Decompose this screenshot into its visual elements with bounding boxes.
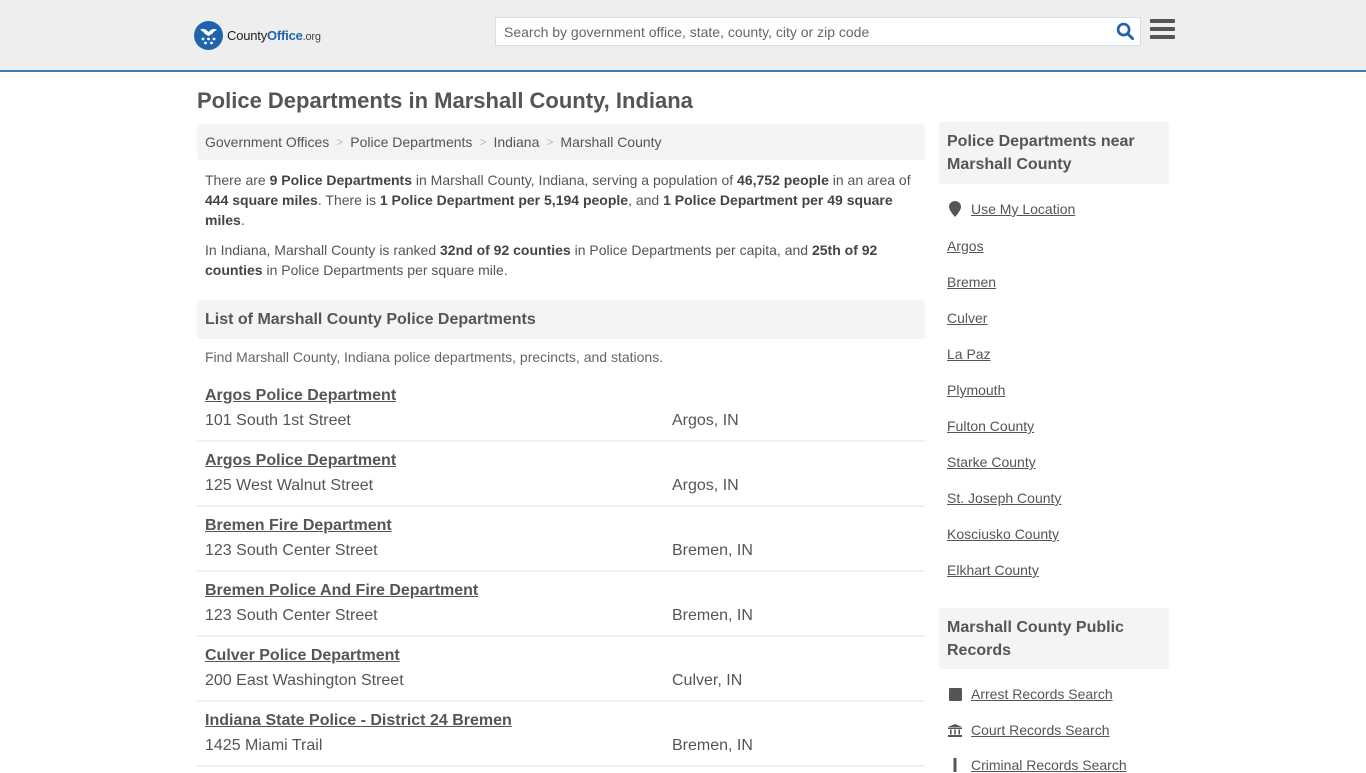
nearby-link-kosciusko-county[interactable]: Kosciusko County xyxy=(947,526,1059,542)
breadcrumb-separator: > xyxy=(336,135,344,149)
hamburger-menu-icon[interactable] xyxy=(1150,19,1175,41)
eagle-logo-icon xyxy=(194,20,223,50)
nearby-link-elkhart-county[interactable]: Elkhart County xyxy=(947,562,1039,578)
court-records-link[interactable]: Court Records Search xyxy=(971,722,1110,738)
department-link[interactable]: Culver Police Department xyxy=(205,647,400,665)
list-item: Indiana State Police - District 24 Breme… xyxy=(197,702,925,767)
department-link[interactable]: Argos Police Department xyxy=(205,452,396,470)
breadcrumb-separator: > xyxy=(546,135,554,149)
department-link[interactable]: Bremen Police And Fire Department xyxy=(205,582,478,600)
list-item: Bremen Police And Fire Department 123 So… xyxy=(197,572,925,637)
records-item: Criminal Records Search xyxy=(947,757,1127,773)
nearby-link-culver[interactable]: Culver xyxy=(947,310,987,326)
search-button[interactable] xyxy=(1110,18,1140,45)
nearby-link-st-joseph-county[interactable]: St. Joseph County xyxy=(947,490,1061,506)
department-address: 125 West Walnut Street xyxy=(205,477,374,494)
department-city: Argos, IN xyxy=(672,477,739,494)
department-address: 101 South 1st Street xyxy=(205,412,351,429)
list-description: Find Marshall County, Indiana police dep… xyxy=(205,349,664,365)
intro-ranking: In Indiana, Marshall County is ranked 32… xyxy=(205,242,878,278)
list-item: Bremen Fire Department 123 South Center … xyxy=(197,507,925,572)
department-city: Bremen, IN xyxy=(672,542,753,559)
department-address: 200 East Washington Street xyxy=(205,672,404,689)
search-bar xyxy=(495,17,1141,46)
list-item: Culver Police Department 200 East Washin… xyxy=(197,637,925,702)
square-icon xyxy=(947,686,963,702)
breadcrumb: Government Offices > Police Departments … xyxy=(197,124,925,160)
nearby-link-starke-county[interactable]: Starke County xyxy=(947,454,1036,470)
nearby-link-fulton-county[interactable]: Fulton County xyxy=(947,418,1034,434)
arrest-records-link[interactable]: Arrest Records Search xyxy=(971,686,1113,702)
nearby-link-argos[interactable]: Argos xyxy=(947,238,984,254)
department-address: 123 South Center Street xyxy=(205,607,378,624)
department-link[interactable]: Indiana State Police - District 24 Breme… xyxy=(205,712,512,730)
records-item: Court Records Search xyxy=(947,722,1110,738)
breadcrumb-marshall-county[interactable]: Marshall County xyxy=(560,134,661,150)
list-heading: List of Marshall County Police Departmen… xyxy=(197,300,925,339)
use-my-location-link[interactable]: Use My Location xyxy=(971,201,1075,217)
nearby-link-plymouth[interactable]: Plymouth xyxy=(947,382,1005,398)
department-city: Bremen, IN xyxy=(672,737,753,754)
intro-text: There are 9 Police Departments in Marsha… xyxy=(205,170,920,290)
breadcrumb-separator: > xyxy=(479,135,487,149)
department-city: Argos, IN xyxy=(672,412,739,429)
breadcrumb-police-departments[interactable]: Police Departments xyxy=(350,134,472,150)
breadcrumb-indiana[interactable]: Indiana xyxy=(493,134,539,150)
department-link[interactable]: Argos Police Department xyxy=(205,387,396,405)
public-records-heading: Marshall County Public Records xyxy=(939,608,1169,669)
list-item: Argos Police Department 101 South 1st St… xyxy=(197,377,925,442)
criminal-records-link[interactable]: Criminal Records Search xyxy=(971,757,1127,773)
department-city: Bremen, IN xyxy=(672,607,753,624)
site-logo[interactable]: CountyOffice.org xyxy=(194,20,321,50)
department-link[interactable]: Bremen Fire Department xyxy=(205,517,392,535)
use-my-location: Use My Location xyxy=(947,201,1075,217)
site-header: CountyOffice.org xyxy=(0,0,1366,72)
intro-summary: There are 9 Police Departments in Marsha… xyxy=(205,172,911,228)
list-item: Argos Police Department 125 West Walnut … xyxy=(197,442,925,507)
department-city: Culver, IN xyxy=(672,672,743,689)
nearby-link-bremen[interactable]: Bremen xyxy=(947,274,996,290)
records-item: Arrest Records Search xyxy=(947,686,1113,702)
page-title: Police Departments in Marshall County, I… xyxy=(197,88,693,113)
department-address: 123 South Center Street xyxy=(205,542,378,559)
map-marker-icon xyxy=(947,201,963,217)
search-icon xyxy=(1116,22,1134,41)
courthouse-icon xyxy=(947,722,963,738)
logo-text: CountyOffice.org xyxy=(227,27,321,43)
breadcrumb-government-offices[interactable]: Government Offices xyxy=(205,134,329,150)
baton-icon xyxy=(947,757,963,773)
search-input[interactable] xyxy=(496,18,1110,45)
department-list: Argos Police Department 101 South 1st St… xyxy=(197,377,925,767)
nearby-heading: Police Departments near Marshall County xyxy=(939,122,1169,184)
nearby-link-la-paz[interactable]: La Paz xyxy=(947,346,991,362)
department-address: 1425 Miami Trail xyxy=(205,737,323,754)
